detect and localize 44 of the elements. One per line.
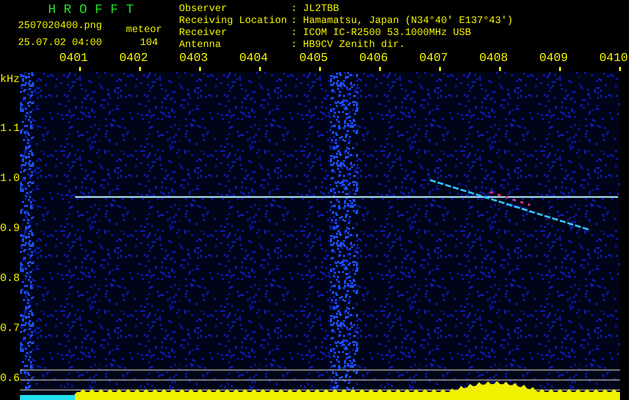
time-label: 0404 <box>239 51 268 66</box>
time-tick <box>559 67 561 71</box>
info-label: Antenna <box>179 40 222 52</box>
time-label: 0407 <box>419 51 448 66</box>
info-value: JL2TBB <box>303 4 340 16</box>
info-separator: : <box>291 16 298 28</box>
frequency-label: 0.8 <box>0 272 20 287</box>
info-separator: : <box>291 28 298 40</box>
app-title: H R O F F T <box>48 2 134 17</box>
info-value: Hamamatsu, Japan (N34°40' E137°43') <box>303 16 514 28</box>
time-label: 0406 <box>359 51 388 66</box>
time-label: 0403 <box>179 51 208 66</box>
info-label: Receiving Location <box>179 16 288 28</box>
time-label: 0409 <box>539 51 568 66</box>
time-tick <box>259 67 261 71</box>
date-time: 25.07.02 04:00 <box>18 37 102 51</box>
time-label: 0405 <box>299 51 328 66</box>
file-name: 2507020400.png <box>18 20 102 34</box>
meteor-count: 104 <box>140 37 158 51</box>
info-label: Receiver <box>179 28 228 40</box>
frequency-label: 0.7 <box>0 322 20 337</box>
time-tick <box>79 67 81 71</box>
time-label: 0410 <box>599 51 628 66</box>
info-value: HB9CV Zenith dir. <box>303 40 406 52</box>
frequency-label: 1.0 <box>0 172 20 187</box>
time-tick <box>619 67 621 71</box>
time-label: 0401 <box>59 51 88 66</box>
time-tick <box>379 67 381 71</box>
info-label: Observer <box>179 4 228 16</box>
mode-label: meteor <box>126 24 162 38</box>
frequency-label: 1.1 <box>0 122 20 137</box>
time-tick <box>319 67 321 71</box>
frequency-label: 0.9 <box>0 222 20 237</box>
frequency-label: 0.6 <box>0 372 20 387</box>
info-separator: : <box>291 40 298 52</box>
time-tick <box>199 67 201 71</box>
unit-label: kHz <box>0 73 20 88</box>
time-tick <box>439 67 441 71</box>
time-label: 0408 <box>479 51 508 66</box>
info-separator: : <box>291 4 298 16</box>
time-label: 0402 <box>119 51 148 66</box>
time-tick <box>139 67 141 71</box>
info-value: ICOM IC-R2500 53.1000MHz USB <box>303 28 472 40</box>
time-tick <box>499 67 501 71</box>
